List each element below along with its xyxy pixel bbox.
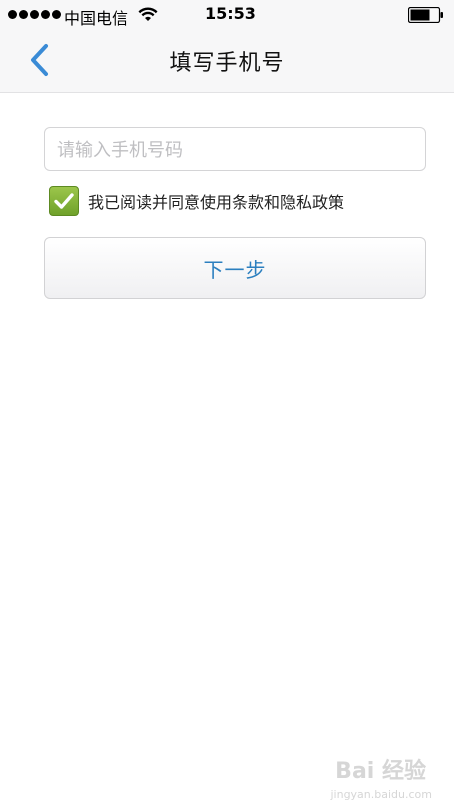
- next-step-button[interactable]: 下一步: [44, 237, 426, 299]
- status-bar: 中国电信 15:53: [0, 0, 454, 30]
- baidu-watermark-url: jingyan.baidu.com: [330, 788, 432, 801]
- signal-strength-icon: [8, 10, 61, 19]
- phone-input-container: [44, 127, 426, 172]
- navigation-bar: 填写手机号: [0, 30, 454, 92]
- agree-checkbox[interactable]: [49, 186, 79, 216]
- battery-icon: [408, 7, 443, 23]
- clock: 15:53: [205, 4, 256, 23]
- baidu-watermark: Bai 经验: [335, 759, 426, 784]
- agree-terms-label[interactable]: 我已阅读并同意使用条款和隐私政策: [88, 189, 344, 213]
- top-bar: 中国电信 15:53 填写手机号: [0, 0, 454, 93]
- checkmark-icon: [54, 193, 74, 209]
- wifi-icon: [138, 7, 158, 21]
- carrier-label: 中国电信: [64, 9, 129, 28]
- page-title: 填写手机号: [169, 51, 285, 76]
- agreement-row: 我已阅读并同意使用条款和隐私政策: [49, 186, 344, 216]
- phone-number-input[interactable]: [55, 128, 419, 172]
